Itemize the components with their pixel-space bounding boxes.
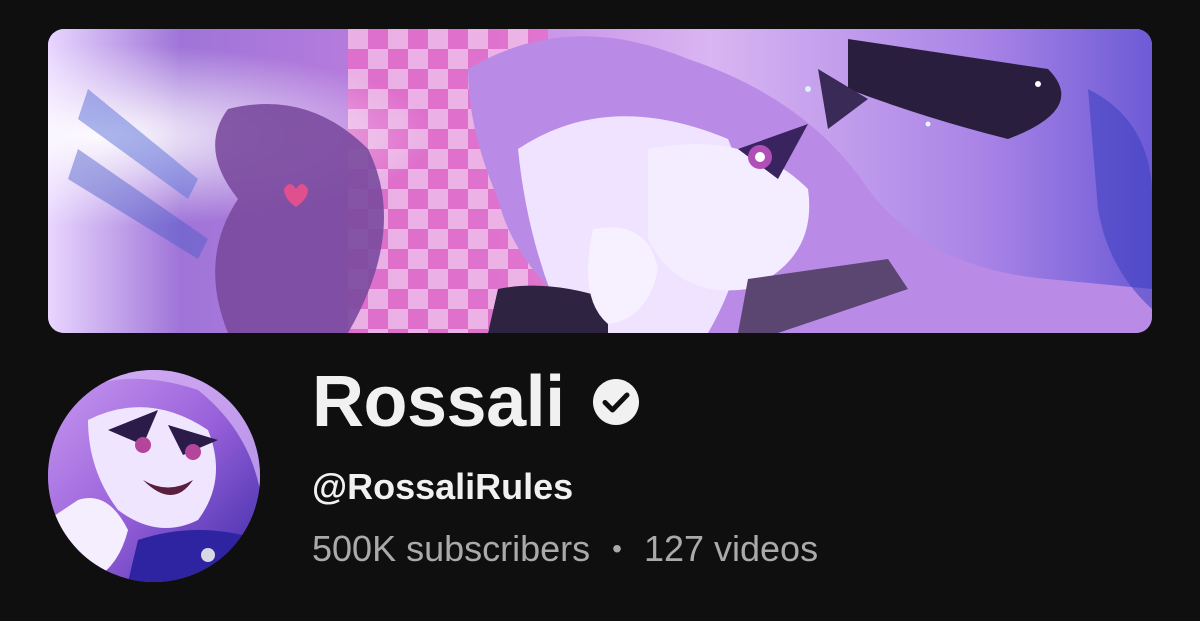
avatar-artwork	[48, 370, 260, 582]
channel-name: Rossali	[312, 362, 565, 442]
channel-banner[interactable]	[48, 29, 1152, 333]
subscriber-count: 500K subscribers	[312, 528, 591, 569]
channel-name-row: Rossali	[312, 360, 1152, 444]
channel-header: Rossali @RossaliRules 500K subscribers •…	[0, 0, 1200, 621]
stats-separator: •	[612, 533, 622, 564]
channel-handle[interactable]: @RossaliRules	[312, 466, 1152, 508]
verified-check-icon	[591, 377, 641, 427]
channel-avatar[interactable]	[48, 370, 260, 582]
channel-stats: 500K subscribers • 127 videos	[312, 528, 1152, 570]
channel-info: Rossali @RossaliRules 500K subscribers •…	[312, 360, 1152, 570]
banner-artwork	[48, 29, 1152, 333]
video-count[interactable]: 127 videos	[644, 528, 818, 570]
